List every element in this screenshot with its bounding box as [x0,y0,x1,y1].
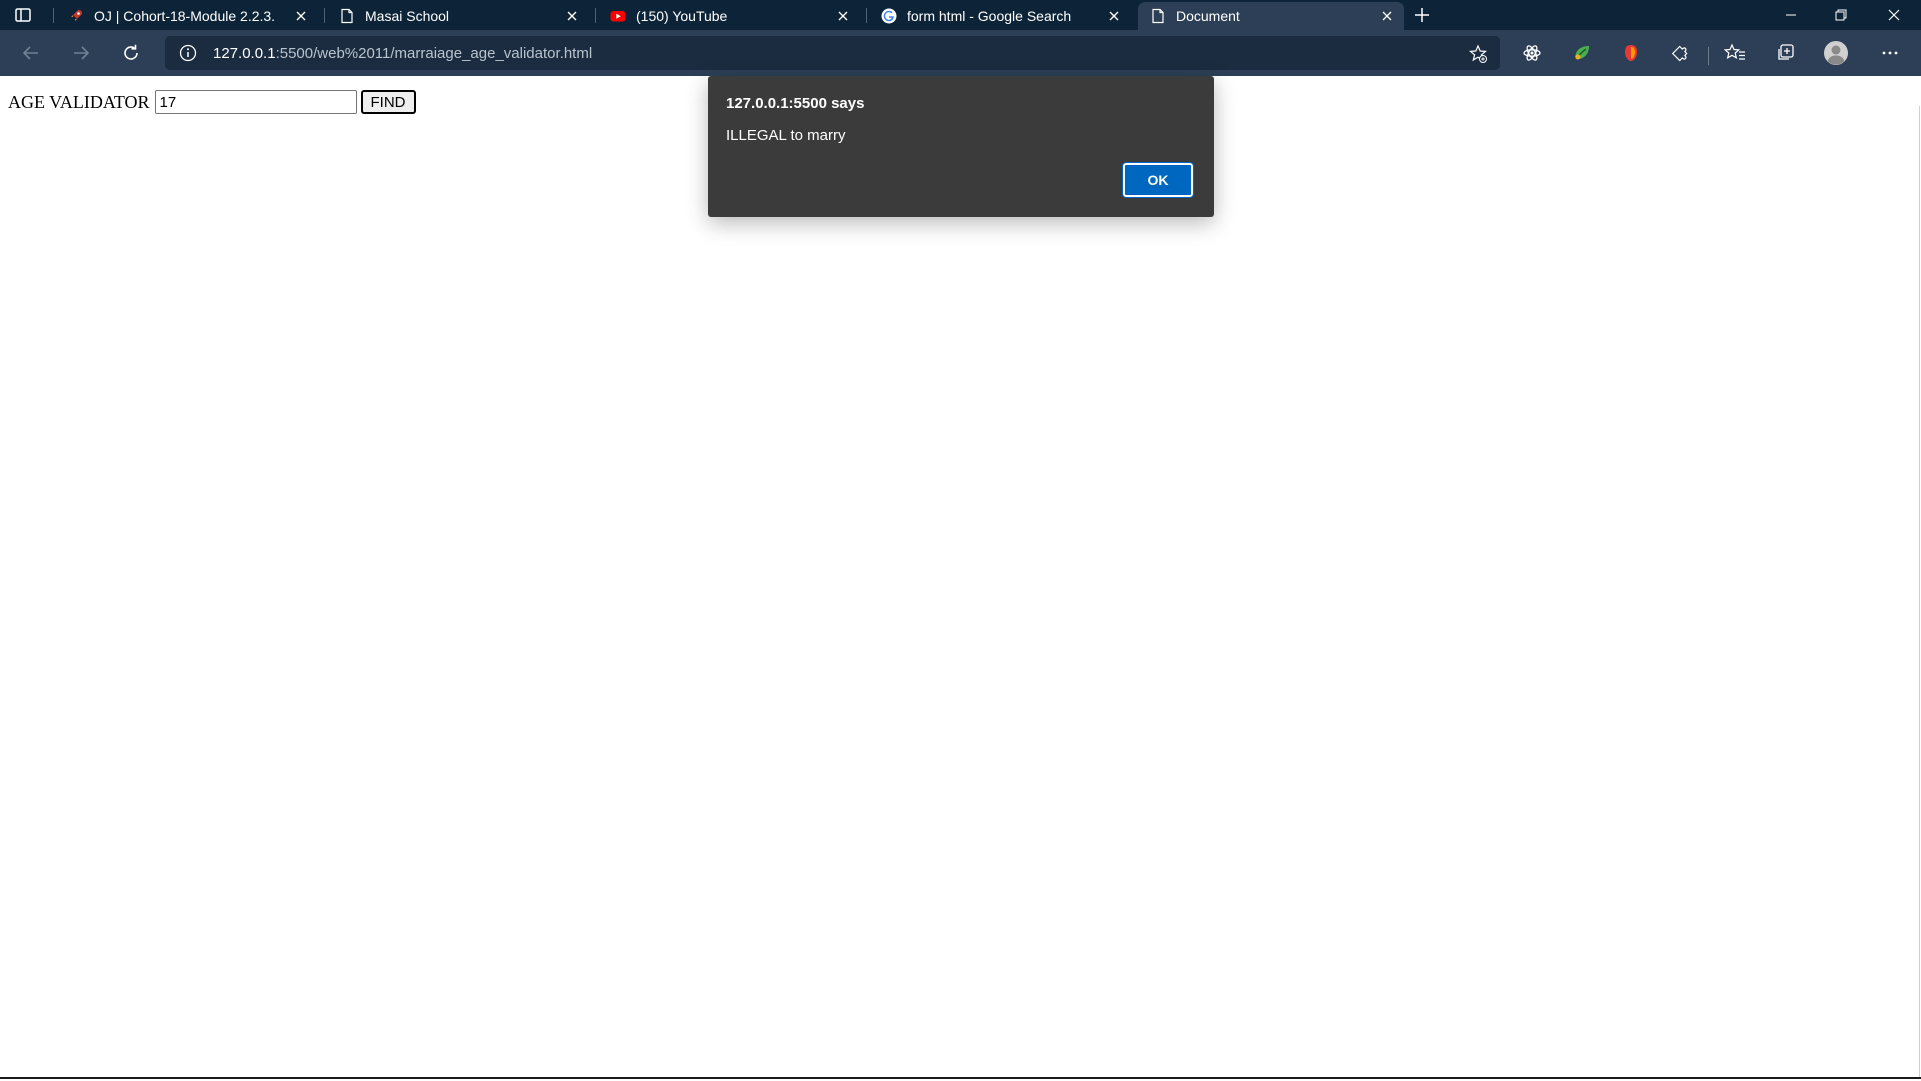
puzzle-icon [1671,45,1688,62]
favorites-icon [1724,43,1745,60]
page-icon [341,8,353,24]
scrollbar-edge [1919,106,1920,1079]
close-tab-icon[interactable] [1380,9,1394,23]
collections-icon [1778,44,1794,60]
minimize-icon [1786,14,1796,16]
age-input[interactable] [154,90,357,114]
google-icon [881,8,897,24]
extension-button[interactable] [1520,41,1544,65]
minimize-button[interactable] [1766,0,1816,30]
tab-oj-cohort[interactable]: OJ | Cohort-18-Module 2.2.3.10 [56,2,318,30]
forward-button[interactable] [69,41,93,65]
profile-button[interactable] [1822,39,1850,67]
page-viewport: AGE VALIDATOR FIND [0,76,1921,1079]
youtube-icon [610,11,626,22]
alert-dialog: 127.0.0.1:5500 says ILLEGAL to marry OK [708,76,1214,217]
ok-button[interactable]: OK [1122,162,1194,198]
url-path: :5500/web%2011/marraiage_age_validator.h… [275,45,593,62]
close-window-button[interactable] [1869,0,1919,30]
restore-button[interactable] [1816,0,1866,30]
shield-extension-icon [1625,45,1637,61]
close-tab-icon[interactable] [1107,9,1121,23]
tab-title: (150) YouTube [636,8,728,24]
back-arrow-icon [22,46,38,60]
extension-button[interactable] [1619,41,1643,65]
avatar-icon [1824,41,1848,65]
extension-button[interactable] [1570,41,1594,65]
close-tab-icon[interactable] [294,9,308,23]
address-bar[interactable]: 127.0.0.1:5500/web%2011/marraiage_age_va… [165,36,1500,70]
tab-title: Document [1176,8,1240,24]
tab-separator [53,8,54,23]
tab-masai-school[interactable]: Masai School [327,2,589,30]
url-host: 127.0.0.1 [213,45,276,62]
add-favorite-icon[interactable] [1468,44,1488,64]
info-icon[interactable] [179,44,197,62]
settings-more-button[interactable] [1878,41,1902,65]
extensions-button[interactable] [1669,41,1693,65]
new-tab-icon[interactable] [1413,6,1431,24]
close-icon [1888,9,1900,21]
tab-title: OJ | Cohort-18-Module 2.2.3.10 [94,8,274,24]
close-tab-icon[interactable] [565,9,579,23]
restore-icon [1835,9,1847,21]
tab-document[interactable]: Document [1138,2,1404,30]
collections-button[interactable] [1773,41,1797,65]
alert-title: 127.0.0.1:5500 says [726,95,865,112]
tab-strip: OJ | Cohort-18-Module 2.2.3.10 Masai Sch… [0,0,1921,30]
atom-extension-icon [1523,45,1541,61]
window-bottom-border [0,1077,1921,1079]
find-button[interactable]: FIND [360,90,416,114]
close-tab-icon[interactable] [836,9,850,23]
page-icon [1152,8,1164,24]
tab-actions-icon[interactable] [14,6,32,24]
tab-title: form html - Google Search [907,8,1072,24]
browser-toolbar: 127.0.0.1:5500/web%2011/marraiage_age_va… [0,30,1921,76]
refresh-button[interactable] [119,41,143,65]
age-validator-form: AGE VALIDATOR FIND [8,90,416,114]
tab-separator [866,8,867,23]
alert-message: ILLEGAL to marry [726,127,846,144]
toolbar-divider [1708,47,1709,65]
more-dots-icon [1882,51,1898,55]
tab-google-search[interactable]: form html - Google Search [869,2,1131,30]
favorites-button[interactable] [1723,41,1747,65]
leaf-extension-icon [1574,46,1589,60]
age-validator-label: AGE VALIDATOR [8,91,150,112]
url-text[interactable]: 127.0.0.1:5500/web%2011/marraiage_age_va… [213,45,592,62]
tab-youtube[interactable]: (150) YouTube [598,2,860,30]
rocket-favicon-icon [71,10,82,21]
tab-title: Masai School [365,8,450,24]
forward-arrow-icon [74,46,90,60]
tab-separator [324,8,325,23]
back-button[interactable] [19,41,43,65]
refresh-icon [124,44,138,60]
tab-separator [595,8,596,23]
